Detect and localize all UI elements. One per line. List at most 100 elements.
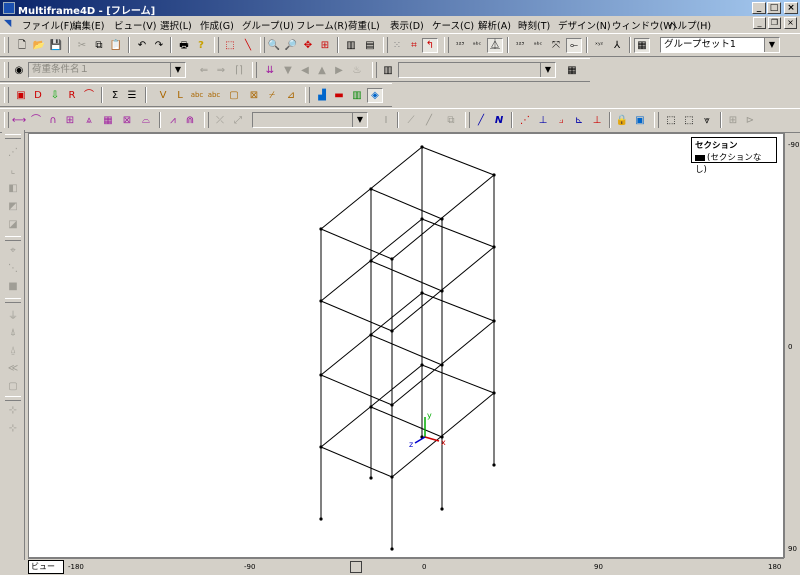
node-align-icon-2[interactable]: ⊥ <box>535 113 551 128</box>
tool-block-icon[interactable]: ■ <box>5 278 21 294</box>
frame-beam[interactable] <box>391 246 495 332</box>
frame-beam[interactable] <box>370 260 443 292</box>
vertical-ruler[interactable]: -90 0 90 <box>784 133 800 558</box>
frame-select-icon-3[interactable]: ⩔ <box>699 113 715 128</box>
tool-roller-support-icon[interactable]: ⍙ <box>5 342 21 358</box>
tool-fixed-support-icon[interactable]: ⏚ <box>5 306 21 322</box>
view-diagram-icon-1[interactable]: V <box>155 88 171 103</box>
lock-icon[interactable]: 🔒 <box>614 113 630 128</box>
frame-node[interactable] <box>440 363 444 367</box>
draw-diagonal-icon[interactable]: ╱ <box>421 113 437 128</box>
frame-beam[interactable] <box>421 364 495 394</box>
frame-beam[interactable] <box>421 146 495 176</box>
ruler-thumb[interactable] <box>350 561 362 573</box>
select-box-icon[interactable]: ⬚ <box>222 38 238 53</box>
member-numbers-icon[interactable]: ¹²³ <box>512 38 528 53</box>
paste-icon[interactable]: 📋 <box>108 38 124 53</box>
chevron-down-icon[interactable]: ▼ <box>764 38 779 52</box>
portal-icon[interactable]: ⩘ <box>165 113 181 128</box>
zoom-out-icon[interactable]: 🔎 <box>283 38 299 53</box>
mdi-close-button[interactable]: × <box>784 17 797 29</box>
tool-measure-icon[interactable]: ⌖ <box>5 242 21 258</box>
grid-icon[interactable]: ▦ <box>100 113 116 128</box>
tool-face-icon[interactable]: ◪ <box>5 216 21 232</box>
global-axes-icon[interactable]: ⅄ <box>609 38 625 53</box>
sum-icon[interactable]: Σ <box>107 88 123 103</box>
frame-beam[interactable] <box>320 374 393 406</box>
menu-select[interactable]: 選択(L) <box>160 18 192 32</box>
show-numbers-icon[interactable]: ¹²³ <box>452 38 468 53</box>
menu-display[interactable]: 表示(D) <box>390 18 424 32</box>
support-load-icon[interactable]: ▲ <box>314 63 330 78</box>
zoom-extent-icon[interactable]: ⊞ <box>317 38 333 53</box>
frame-drawing[interactable]: y x z <box>29 134 784 558</box>
menu-view[interactable]: ビュー(V) <box>114 18 156 32</box>
tool-member-icon[interactable]: ⌞ <box>5 162 21 178</box>
show-labels-icon[interactable]: ᵃᵇᶜ <box>469 38 485 53</box>
bridge-icon[interactable]: ⌓ <box>138 113 154 128</box>
group-set-select[interactable]: グループセット1 ▼ <box>660 37 780 53</box>
redo-icon[interactable]: ↷ <box>151 38 167 53</box>
frame-canvas[interactable]: y x z セクション (セクションなし) <box>28 133 784 558</box>
menu-analysis[interactable]: 解析(A) <box>478 18 511 32</box>
draw-line-icon[interactable]: ⟋ <box>403 113 419 128</box>
copy-member-icon[interactable]: ⧉ <box>443 113 459 128</box>
frame-node[interactable] <box>319 445 323 449</box>
cut-icon[interactable]: ✂ <box>74 38 90 53</box>
menu-load[interactable]: 荷重(L) <box>348 18 380 32</box>
design-icon-5[interactable]: ⌒ <box>81 88 97 103</box>
case-settings-icon[interactable]: ⌈⌉ <box>231 63 247 78</box>
xyz-axes-icon[interactable]: ˣʸᶻ <box>591 38 607 53</box>
zoom-in-icon[interactable]: 🔍 <box>266 38 282 53</box>
arch-icon[interactable]: ∩ <box>45 113 61 128</box>
frame-grid-icon[interactable]: ⊞ <box>62 113 78 128</box>
view-tab[interactable]: ビュー <box>28 560 64 574</box>
close-button[interactable]: × <box>784 2 798 14</box>
frame-node[interactable] <box>369 187 373 191</box>
grid-row-icon[interactable]: ▤ <box>362 38 378 53</box>
frame-node[interactable] <box>319 517 323 521</box>
frame-beam[interactable] <box>391 392 495 478</box>
frame-beam[interactable] <box>421 218 495 248</box>
truss-icon[interactable]: ⩓ <box>81 113 97 128</box>
snap-grid-icon[interactable]: ⌗ <box>406 38 422 53</box>
frame-node[interactable] <box>420 363 424 367</box>
time-step-select[interactable]: ▼ <box>398 62 556 78</box>
design-icon-2[interactable]: D <box>30 88 46 103</box>
frame-beam[interactable] <box>370 334 443 366</box>
design-icon-3[interactable]: ⇩ <box>47 88 63 103</box>
frame-node[interactable] <box>390 547 394 551</box>
undo-icon[interactable]: ↶ <box>134 38 150 53</box>
frame-node[interactable] <box>492 245 496 249</box>
view-diagram-icon-6[interactable]: ⊠ <box>246 88 262 103</box>
point-load-icon[interactable]: ⇊ <box>262 63 278 78</box>
frame-node[interactable] <box>369 476 373 480</box>
save-icon[interactable]: 💾 <box>48 38 64 53</box>
view-diagram-icon-8[interactable]: ⊿ <box>283 88 299 103</box>
render-icon[interactable]: ▣ <box>632 113 648 128</box>
frame-node[interactable] <box>492 463 496 467</box>
time-table-icon[interactable]: ▦ <box>564 63 580 78</box>
frame-node[interactable] <box>420 217 424 221</box>
mdi-restore-button[interactable]: ❐ <box>768 17 781 29</box>
grid-dots-icon[interactable]: ⁙ <box>389 38 405 53</box>
chevron-down-icon[interactable]: ▼ <box>170 63 185 77</box>
menu-file[interactable]: ファイル(F) <box>22 18 73 32</box>
menu-group[interactable]: グループ(U) <box>242 18 294 32</box>
frame-node[interactable] <box>492 391 496 395</box>
frame-beam[interactable] <box>421 292 495 322</box>
tool-link-icon[interactable]: ⊹ <box>5 420 21 436</box>
app-icon[interactable] <box>3 2 15 14</box>
frame-select-icon-2[interactable]: ⬚ <box>681 113 697 128</box>
open-folder-icon[interactable]: 📂 <box>31 38 47 53</box>
frame-node[interactable] <box>440 217 444 221</box>
draw-member-icon[interactable]: ╱ <box>473 113 489 128</box>
frame-select-icon-1[interactable]: ⬚ <box>663 113 679 128</box>
split-member-icon[interactable]: ⤫ <box>212 113 228 128</box>
menu-time[interactable]: 時刻(T) <box>518 18 550 32</box>
tool-stepped-icon[interactable]: ⋱ <box>5 260 21 276</box>
frame-node[interactable] <box>420 145 424 149</box>
pan-icon[interactable]: ✥ <box>300 38 316 53</box>
tool-joint-icon[interactable]: ⊹ <box>5 402 21 418</box>
menu-frame[interactable]: フレーム(R) <box>296 18 348 32</box>
